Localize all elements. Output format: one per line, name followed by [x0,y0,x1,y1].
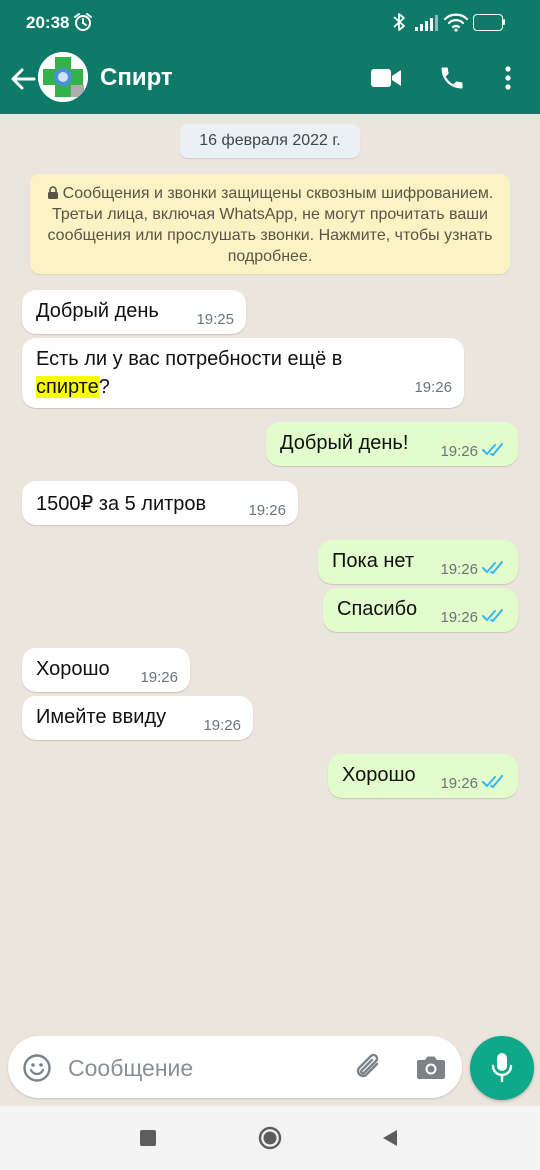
chat-header: Спирт [0,44,540,114]
more-vertical-icon[interactable] [498,62,518,94]
status-time: 20:38 [26,13,70,32]
mic-icon [491,1053,513,1083]
message-composer [8,1036,462,1098]
mic-button[interactable] [470,1036,534,1100]
message-highlight: спирте [36,376,99,398]
battery-level: 73 [481,15,495,27]
double-check-icon [482,443,503,456]
back-arrow-icon[interactable] [8,64,38,94]
message-time: 19:26 [440,561,478,578]
message-text: Добрый день! [280,432,409,454]
double-check-icon [482,775,503,788]
message-text: Пока нет [332,550,415,572]
bluetooth-icon [393,13,405,31]
date-chip: 16 февраля 2022 г. [180,124,360,158]
message-text: Имейте ввиду [36,706,167,728]
message-outgoing[interactable]: Пока нет 19:26 [318,540,518,584]
message-time: 19:26 [248,502,286,519]
message-text: Добрый день [36,300,159,322]
avatar-image [38,52,88,102]
contact-name[interactable]: Спирт [100,64,173,92]
alarm-icon [74,13,92,31]
message-outgoing[interactable]: Спасибо 19:26 [323,588,518,632]
message-text: 1500₽ за 5 литров [36,493,207,515]
message-text-tail: ? [98,376,110,398]
lock-icon [47,186,58,199]
message-incoming[interactable]: Имейте ввиду 19:26 [22,696,253,740]
encryption-notice[interactable]: Сообщения и звонки защищены сквозным шиф… [30,174,510,274]
status-bar: 20:38 73 [0,0,540,44]
camera-icon[interactable] [416,1054,446,1080]
encryption-notice-text: Сообщения и звонки защищены сквозным шиф… [47,185,494,265]
double-check-icon [482,561,503,574]
paperclip-icon[interactable] [354,1051,384,1083]
message-time: 19:26 [440,775,478,792]
message-incoming[interactable]: Хорошо 19:26 [22,648,190,692]
message-time: 19:26 [203,717,241,734]
message-incoming[interactable]: Добрый день 19:25 [22,290,246,334]
message-text: Есть ли у вас потребности ещё в [36,348,343,370]
double-check-icon [482,609,503,622]
recents-button[interactable] [140,1130,156,1146]
video-call-icon[interactable] [370,66,402,90]
phone-icon[interactable] [438,64,466,92]
message-input[interactable] [66,1050,340,1086]
wifi-icon [444,13,468,32]
message-text: Спасибо [337,598,418,620]
message-text: Хорошо [36,658,110,680]
avatar[interactable] [38,52,88,102]
chat-area[interactable]: 16 февраля 2022 г. Сообщения и звонки за… [0,114,540,1106]
message-outgoing[interactable]: Добрый день! 19:26 [266,422,518,466]
home-button[interactable] [258,1126,282,1150]
system-back-button[interactable] [380,1128,400,1148]
emoji-icon[interactable] [22,1053,52,1083]
signal-icon [415,15,438,31]
message-time: 19:26 [140,669,178,686]
message-incoming[interactable]: 1500₽ за 5 литров 19:26 [22,481,298,525]
message-time: 19:26 [440,609,478,626]
message-outgoing[interactable]: Хорошо 19:26 [328,754,518,798]
message-time: 19:25 [196,311,234,328]
message-time: 19:26 [440,443,478,460]
battery-icon: 73 [473,14,505,31]
message-text: Хорошо [342,764,416,786]
message-incoming[interactable]: Есть ли у вас потребности ещё в спирте? … [22,338,464,408]
message-time: 19:26 [414,379,452,396]
system-nav-bar [0,1106,540,1170]
